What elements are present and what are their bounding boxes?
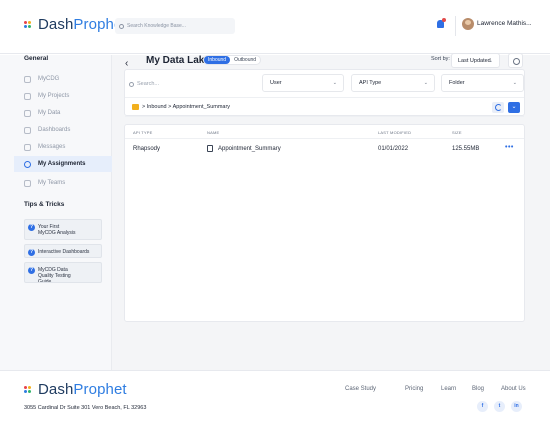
filter-label: Folder [449, 80, 465, 86]
column-header-last-modified: LAST MODIFIED [378, 130, 412, 135]
tip-label: MyCDG Data Quality Testing Guide [38, 267, 71, 283]
home-icon [24, 75, 31, 83]
footer-link-blog[interactable]: Blog [472, 386, 484, 392]
cell-size: 125.55MB [452, 146, 480, 152]
search-input[interactable]: Search... [125, 75, 255, 93]
assignment-icon [24, 160, 31, 168]
clipboard-icon [24, 109, 31, 117]
column-header-size: SIZE [452, 130, 462, 135]
files-table: API TYPE NAME LAST MODIFIED SIZE Rhapsod… [124, 124, 525, 322]
tip-card[interactable]: ? Interactive Dashboards [24, 244, 102, 258]
sidebar-item-label: My Assignments [38, 161, 86, 167]
user-name[interactable]: Lawrence Mathis... [477, 20, 532, 27]
chat-icon [24, 143, 31, 151]
footer-link-pricing[interactable]: Pricing [405, 386, 423, 392]
twitter-icon[interactable]: t [494, 401, 505, 412]
chevron-down-icon: ⌄ [332, 80, 337, 86]
avatar[interactable] [462, 18, 474, 30]
brand-name-dark: Dash [38, 16, 74, 33]
tip-label: Your First MyCDG Analysis [38, 224, 76, 236]
help-icon: ? [28, 224, 35, 231]
notification-dot [442, 18, 446, 22]
logo-dots-icon [24, 21, 35, 28]
folder-filter[interactable]: Folder ⌄ [441, 74, 524, 92]
linkedin-icon[interactable]: in [511, 401, 522, 412]
header-divider [455, 16, 456, 36]
expand-chevron-icon[interactable]: ⌄ [508, 102, 520, 113]
knowledge-base-search-placeholder: Search Knowledge Base... [127, 23, 186, 29]
tab-inbound[interactable]: Inbound [204, 56, 231, 64]
breadcrumb: > Inbound > Appointment_Summary ⌄ [125, 97, 524, 117]
sidebar-item-label: Messages [38, 144, 66, 150]
breadcrumb-path[interactable]: > Inbound > Appointment_Summary [142, 104, 230, 110]
top-header: DashProphet Search Knowledge Base... Law… [0, 0, 550, 54]
footer-link-about-us[interactable]: About Us [501, 386, 526, 392]
sidebar-item-label: Dashboards [38, 127, 71, 133]
tip-label: Interactive Dashboards [38, 249, 90, 255]
tab-outbound[interactable]: Outbound [230, 56, 260, 64]
search-icon [129, 81, 134, 87]
company-address: 3055 Cardinal Dr Suite 301 Vero Beach, F… [24, 405, 147, 411]
filter-card: Search... User ⌄ API Type ⌄ Folder ⌄ > I… [124, 69, 525, 117]
brand-name-dark: Dash [38, 381, 74, 398]
column-header-name: NAME [207, 130, 220, 135]
cell-last-modified: 01/01/2022 [378, 146, 409, 152]
sidebar-item-dashboards[interactable]: Dashboards [14, 122, 112, 138]
file-icon [24, 92, 31, 100]
sidebar-item-mycdg[interactable]: MyCDG [14, 71, 112, 87]
chevron-down-icon: ⌄ [423, 80, 428, 86]
facebook-icon[interactable]: f [477, 401, 488, 412]
logo-dots-icon [24, 386, 35, 393]
folder-icon [132, 104, 139, 110]
knowledge-base-search[interactable]: Search Knowledge Base... [115, 18, 235, 34]
filter-label: User [270, 80, 282, 86]
chevron-down-icon: ⌄ [488, 58, 493, 64]
sort-select[interactable]: Last Updated ⌄ [451, 53, 500, 68]
sidebar-item-label: MyCDG [38, 76, 60, 82]
tip-card[interactable]: ? MyCDG Data Quality Testing Guide [24, 262, 102, 283]
sidebar-item-my-teams[interactable]: My Teams [14, 175, 112, 191]
search-icon [119, 23, 124, 29]
cell-name[interactable]: Appointment_Summary [218, 146, 281, 152]
sidebar-item-my-projects[interactable]: My Projects [14, 88, 112, 104]
footer: DashProphet 3055 Cardinal Dr Suite 301 V… [0, 370, 550, 437]
team-icon [24, 179, 31, 187]
user-filter[interactable]: User ⌄ [262, 74, 344, 92]
direction-toggle: Inbound Outbound [203, 55, 262, 65]
tips-heading: Tips & Tricks [24, 201, 65, 208]
sidebar-item-label: My Projects [38, 93, 70, 99]
sidebar-general-heading: General [24, 55, 49, 62]
dashboard-icon [24, 126, 31, 134]
back-arrow-icon[interactable]: ‹ [125, 58, 128, 69]
settings-icon[interactable] [508, 53, 523, 68]
footer-link-learn[interactable]: Learn [441, 386, 456, 392]
sidebar-item-label: My Data [38, 110, 61, 116]
sidebar-item-label: My Teams [38, 180, 66, 186]
page-title: My Data Lake [146, 55, 210, 66]
document-icon [207, 145, 213, 152]
sidebar: General MyCDG My Projects My Data Dashbo… [0, 55, 112, 370]
help-icon: ? [28, 249, 35, 256]
chevron-down-icon: ⌄ [512, 80, 517, 86]
cell-api-type: Rhapsody [133, 146, 161, 152]
sidebar-item-messages[interactable]: Messages [14, 139, 112, 155]
more-options-icon[interactable]: ••• [505, 144, 514, 151]
search-placeholder: Search... [137, 81, 160, 87]
brand-name-accent: Prophet [73, 381, 127, 398]
refresh-icon[interactable] [492, 102, 504, 113]
api-type-filter[interactable]: API Type ⌄ [351, 74, 435, 92]
sidebar-item-my-data[interactable]: My Data [14, 105, 112, 121]
column-header-api-type: API TYPE [133, 130, 153, 135]
footer-link-case-study[interactable]: Case Study [345, 386, 376, 392]
header-divider [125, 138, 524, 139]
footer-logo[interactable]: DashProphet [24, 381, 127, 398]
filter-label: API Type [359, 80, 382, 86]
sort-label: Sort by: [431, 56, 450, 62]
brand-logo[interactable]: DashProphet [24, 16, 127, 33]
sidebar-item-my-assignments[interactable]: My Assignments [14, 156, 112, 172]
sort-value: Last Updated [458, 57, 491, 64]
tip-card[interactable]: ? Your First MyCDG Analysis [24, 219, 102, 240]
help-icon: ? [28, 267, 35, 274]
